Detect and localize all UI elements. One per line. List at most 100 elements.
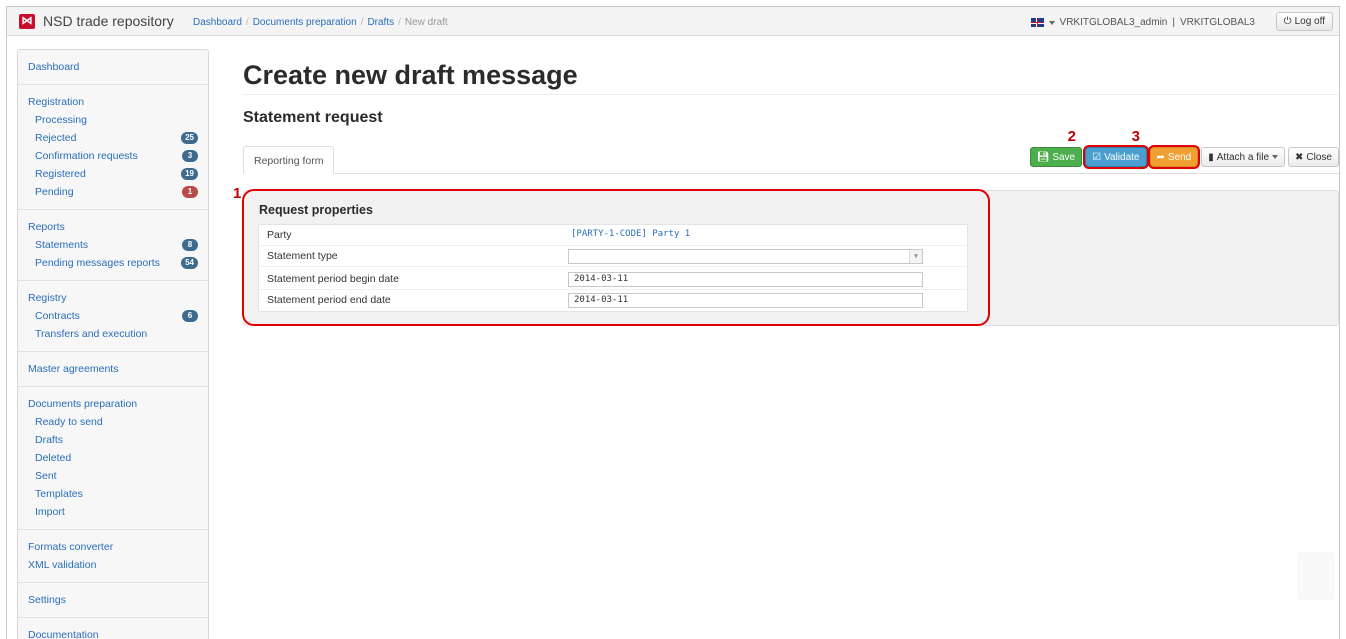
sidebar-item-label: Templates [35,488,83,500]
sidebar-item-formats-converter[interactable]: Formats converter [28,538,198,556]
end-date-label: Statement period end date [267,294,391,306]
end-date-input[interactable]: 2014-03-11 [568,293,923,308]
form-row-statement-type: Statement type ▼ [259,246,967,267]
form-row-party: Party [PARTY-1-CODE] Party 1 [259,225,967,246]
sidebar-item-documentation[interactable]: Documentation [28,626,198,639]
sidebar-item-dashboard[interactable]: Dashboard [28,58,198,76]
chevron-down-icon [1272,155,1279,159]
toolbar: 💾︎ Save ☑ Validate ➦ Send ▮ Attach a file ✖ C… [1029,147,1339,167]
sidebar-item-label: Sent [35,470,57,482]
sidebar-item-label: Rejected [35,132,77,144]
breadcrumb-dashboard[interactable]: Dashboard [193,17,242,28]
sidebar-item-ready-to-send[interactable]: Ready to send [28,413,198,431]
count-badge: 25 [181,132,198,144]
breadcrumb-separator: / [245,17,249,28]
save-button[interactable]: 💾︎ Save [1029,147,1083,167]
sidebar-item-xml-validation[interactable]: XML validation [28,556,198,574]
sidebar-item-label: Confirmation requests [35,150,138,162]
sidebar-item-label: Formats converter [28,541,114,553]
callout-number-1: 1 [233,185,242,202]
breadcrumb-drafts[interactable]: Drafts [367,17,394,28]
sidebar-group-registry: Registry Contracts 6 Transfers and execut… [18,287,208,352]
user-org: VRKITGLOBAL3 [1179,17,1255,28]
sidebar-group-master-agreements: Master agreements [18,358,208,387]
power-icon: ⏻ [1283,16,1292,27]
tabs-bar: Reporting form 2 3 💾︎ Save ☑ Validate ➦ Sen… [243,128,1339,174]
main-content: Create new draft message Statement reque… [233,49,1339,326]
callout-number-3: 3 [1131,128,1140,145]
sidebar-item-contracts[interactable]: Contracts 6 [28,307,198,325]
send-button[interactable]: ➦ Send [1149,147,1199,167]
breadcrumb-documents-preparation[interactable]: Documents preparation [253,17,357,28]
sidebar-item-label: Ready to send [35,416,103,428]
share-arrow-icon: ➦ [1156,151,1165,163]
sidebar-item-master-agreements[interactable]: Master agreements [28,360,198,378]
validate-label: Validate [1104,151,1140,163]
sidebar-item-label: Pending [35,186,74,198]
sidebar-item-templates[interactable]: Templates [28,485,198,503]
sidebar-item-sent[interactable]: Sent [28,467,198,485]
begin-date-label: Statement period begin date [267,273,399,285]
sidebar-item-drafts[interactable]: Drafts [28,431,198,449]
count-badge: 54 [181,257,198,269]
sidebar-item-deleted[interactable]: Deleted [28,449,198,467]
begin-date-input[interactable]: 2014-03-11 [568,272,923,287]
logoff-button[interactable]: ⏻ Log off [1275,12,1333,31]
party-label: Party [267,229,292,241]
sidebar-item-registry[interactable]: Registry [28,289,198,307]
send-label: Send [1167,151,1192,163]
sidebar-item-label: Registry [28,292,67,304]
sidebar: Dashboard Registration Processing Reject… [17,49,209,639]
sidebar-group-dashboard: Dashboard [18,56,208,85]
sidebar-item-rejected[interactable]: Rejected 25 [28,129,198,147]
statement-type-select[interactable]: ▼ [568,249,923,264]
uk-flag-icon[interactable] [1030,18,1044,27]
sidebar-group-tools: Formats converter XML validation [18,536,208,583]
sidebar-item-confirmation-requests[interactable]: Confirmation requests 3 [28,147,198,165]
sidebar-item-processing[interactable]: Processing [28,111,198,129]
sidebar-item-statements[interactable]: Statements 8 [28,236,198,254]
sidebar-item-settings[interactable]: Settings [28,591,198,609]
form-row-end-date: Statement period end date 2014-03-11 [259,290,967,311]
attach-file-button[interactable]: ▮ Attach a file [1201,147,1286,167]
sidebar-item-label: XML validation [28,559,97,571]
breadcrumb-separator: / [360,17,364,28]
sidebar-item-label: Registered [35,168,86,180]
party-value-link[interactable]: [PARTY-1-CODE] Party 1 [571,229,690,239]
sidebar-item-label: Processing [35,114,87,126]
count-badge: 8 [182,239,198,251]
app-frame: ⋈ NSD trade repository Dashboard / Documen… [6,6,1340,639]
tab-reporting-form[interactable]: Reporting form [243,146,335,174]
sidebar-item-reports[interactable]: Reports [28,218,198,236]
panel-title: Request properties [259,203,373,217]
sidebar-item-transfers-and-execution[interactable]: Transfers and execution [28,325,198,343]
count-badge: 19 [181,168,198,180]
sidebar-item-registered[interactable]: Registered 19 [28,165,198,183]
sidebar-group-settings: Settings [18,589,208,618]
sidebar-item-label: Import [35,506,65,518]
app-brand[interactable]: NSD trade repository [43,13,174,29]
page-title: Create new draft message [243,56,1339,95]
sidebar-item-label: Documents preparation [28,398,138,410]
sidebar-item-label: Drafts [35,434,64,446]
breadcrumb-current: New draft [404,17,448,28]
user-account: VRKITGLOBAL3_admin [1059,17,1168,28]
scroll-widget[interactable] [1297,552,1335,600]
sidebar-item-registration[interactable]: Registration [28,93,198,111]
sidebar-item-import[interactable]: Import [28,503,198,521]
request-form: Party [PARTY-1-CODE] Party 1 Statement t… [258,224,968,312]
attach-label: Attach a file [1216,151,1270,163]
sidebar-item-documents-preparation[interactable]: Documents preparation [28,395,198,413]
sidebar-item-label: Reports [28,221,65,233]
close-button[interactable]: ✖ Close [1288,147,1339,167]
check-square-icon: ☑ [1092,151,1102,163]
sidebar-item-pending-messages-reports[interactable]: Pending messages reports 54 [28,254,198,272]
sidebar-item-label: Dashboard [28,61,80,73]
validate-button[interactable]: ☑ Validate [1085,147,1147,167]
sidebar-item-label: Transfers and execution [35,328,148,340]
chevron-down-icon[interactable] [1048,20,1055,25]
chevron-down-icon: ▼ [909,250,922,263]
sidebar-group-documentation: Documentation [18,624,208,639]
sidebar-item-label: Registration [28,96,85,108]
sidebar-item-pending[interactable]: Pending 1 [28,183,198,201]
